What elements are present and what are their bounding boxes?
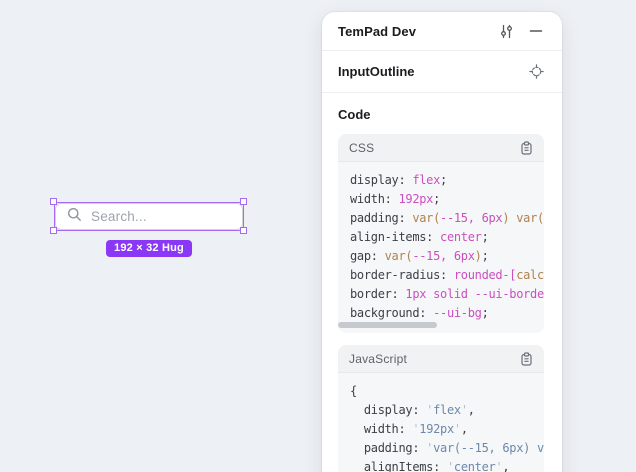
selected-node-row: InputOutline: [322, 51, 562, 93]
js-code-area: { display: 'flex', width: '192px', paddi…: [338, 373, 544, 472]
code-line: padding: var(--15, 6px) var(--: [350, 209, 544, 228]
code-line: display: 'flex',: [350, 401, 544, 420]
copy-icon[interactable]: [520, 141, 533, 155]
js-card-header[interactable]: JavaScript: [338, 345, 544, 373]
css-code-area: display: flex;width: 192px;padding: var(…: [338, 162, 544, 333]
selection-handle-bottom-right[interactable]: [240, 227, 247, 234]
panel-header: TemPad Dev: [322, 12, 562, 51]
panel-title: TemPad Dev: [338, 24, 495, 39]
tempad-dev-panel: TemPad Dev InputOutline: [322, 12, 562, 472]
panel-body: Code CSS display: flex;width: 192px;padd…: [322, 93, 562, 472]
code-line: width: '192px',: [350, 420, 544, 439]
selection-handle-bottom-left[interactable]: [50, 227, 57, 234]
code-line: width: 192px;: [350, 190, 544, 209]
sliders-icon[interactable]: [495, 20, 517, 42]
js-card-title: JavaScript: [349, 352, 520, 366]
selection-handle-top-right[interactable]: [240, 198, 247, 205]
code-line: background: --ui-bg;: [350, 304, 544, 323]
code-section-label: Code: [338, 107, 544, 122]
css-code-card: CSS display: flex;width: 192px;padding: …: [338, 134, 544, 333]
code-line: padding: 'var(--15, 6px) var: [350, 439, 544, 458]
code-line: display: flex;: [350, 171, 544, 190]
code-line: border-radius: rounded-[calc(v: [350, 266, 544, 285]
selection-handle-top-left[interactable]: [50, 198, 57, 205]
code-line: {: [350, 382, 544, 401]
code-line: align-items: center;: [350, 228, 544, 247]
search-input-component[interactable]: Search...: [55, 203, 243, 230]
minimize-icon[interactable]: [525, 20, 547, 42]
figma-canvas: Search... 192 × 32 Hug TemPad Dev: [0, 0, 636, 472]
code-line: alignItems: 'center',: [350, 458, 544, 472]
js-code-card: JavaScript { display: 'flex', width: '19…: [338, 345, 544, 472]
target-icon[interactable]: [525, 61, 547, 83]
code-line: border: 1px solid --ui-border-: [350, 285, 544, 304]
css-card-title: CSS: [349, 141, 520, 155]
horizontal-scrollbar[interactable]: [338, 322, 437, 328]
code-line: gap: var(--15, 6px);: [350, 247, 544, 266]
selected-node-name: InputOutline: [338, 64, 525, 79]
copy-icon[interactable]: [520, 352, 533, 366]
css-card-header[interactable]: CSS: [338, 134, 544, 162]
search-icon: [67, 207, 82, 227]
search-placeholder-text: Search...: [91, 209, 147, 224]
size-badge: 192 × 32 Hug: [106, 240, 192, 257]
